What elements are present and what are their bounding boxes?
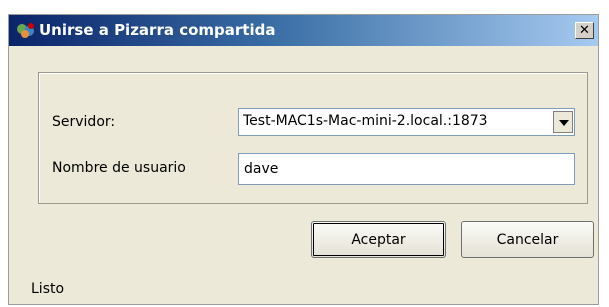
server-label: Servidor: [52, 114, 116, 130]
whiteboard-app-icon [17, 23, 34, 38]
server-value: Test-MAC1s-Mac-mini-2.local.:1873 [243, 113, 488, 129]
cancel-button[interactable]: Cancelar [461, 221, 594, 258]
username-label: Nombre de usuario [52, 160, 186, 176]
title-bar[interactable]: Unirse a Pizarra compartida ✕ [9, 15, 598, 46]
accept-button[interactable]: Aceptar [311, 221, 446, 258]
dialog-window: Unirse a Pizarra compartida ✕ Servidor: … [8, 14, 599, 305]
status-text: Listo [31, 281, 65, 297]
close-icon[interactable]: ✕ [575, 22, 594, 39]
window-title: Unirse a Pizarra compartida [39, 21, 276, 39]
username-input[interactable] [238, 153, 575, 185]
server-combobox[interactable]: Test-MAC1s-Mac-mini-2.local.:1873 [238, 108, 575, 136]
chevron-down-icon[interactable] [553, 111, 573, 133]
